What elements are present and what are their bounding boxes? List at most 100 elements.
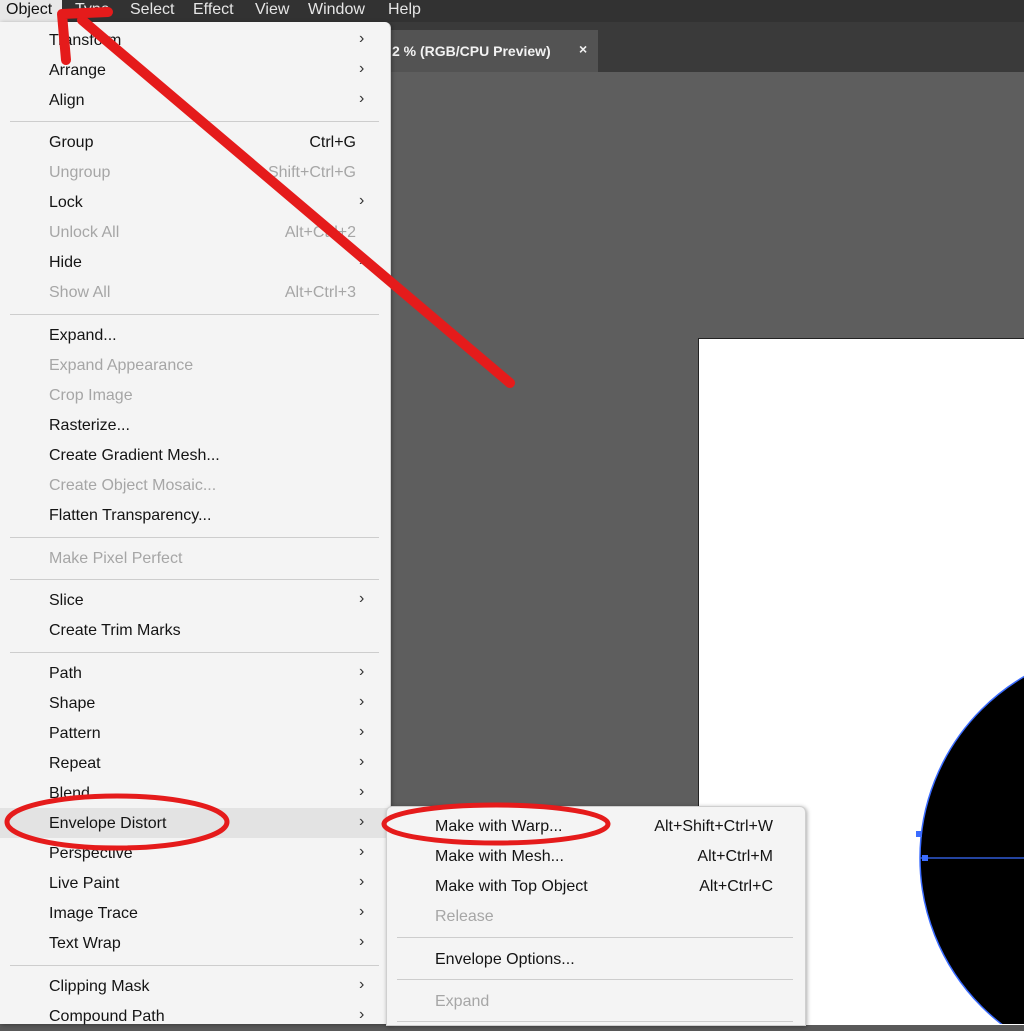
submenu-separator [397,1021,793,1022]
menu-item-image-trace[interactable]: Image Trace › [0,898,390,928]
menu-separator [10,314,379,315]
menu-item-shortcut: Shift+Ctrl+G [267,164,356,181]
chevron-right-icon: › [359,723,365,740]
menu-item-unlock-all: Unlock All Alt+Ctrl+2 [0,217,390,247]
menu-item-label: Perspective [49,845,133,862]
menu-item-label: Pattern [49,725,101,742]
submenu-item-shortcut: Alt+Ctrl+C [699,878,773,895]
chevron-right-icon: › [359,976,365,993]
menu-item-create-gradient-mesh[interactable]: Create Gradient Mesh... [0,440,390,470]
submenu-item-release: Release [387,901,805,931]
menu-item-show-all: Show All Alt+Ctrl+3 [0,277,390,307]
menu-item-label: Align [49,92,85,109]
chevron-right-icon: › [359,90,365,107]
menu-item-flatten-transparency[interactable]: Flatten Transparency... [0,500,390,530]
menu-item-hide[interactable]: Hide › [0,247,390,277]
submenu-item-make-with-mesh[interactable]: Make with Mesh... Alt+Ctrl+M [387,841,805,871]
submenu-item-shortcut: Alt+Shift+Ctrl+W [654,818,773,835]
chevron-right-icon: › [359,60,365,77]
anchor-point-handle[interactable] [916,831,922,837]
chevron-right-icon: › [359,693,365,710]
menu-item-shape[interactable]: Shape › [0,688,390,718]
menu-item-label: Expand Appearance [49,357,194,374]
menu-separator [10,579,379,580]
chevron-right-icon: › [359,1006,365,1023]
menu-item-crop-image: Crop Image [0,380,390,410]
menu-item-envelope-distort[interactable]: Envelope Distort › [0,808,390,838]
chevron-right-icon: › [359,783,365,800]
menu-item-shortcut: Alt+Ctrl+2 [284,224,356,241]
menu-item-label: Image Trace [49,905,138,922]
menu-item-label: Create Trim Marks [49,622,181,639]
menu-item-compound-path[interactable]: Compound Path › [0,1001,390,1031]
envelope-distort-submenu: Make with Warp... Alt+Shift+Ctrl+W Make wi… [386,806,806,1026]
menu-item-make-pixel-perfect: Make Pixel Perfect [0,543,390,573]
menu-item-blend[interactable]: Blend › [0,778,390,808]
submenu-item-label: Make with Mesh... [435,848,564,865]
menu-item-label: Create Gradient Mesh... [49,447,220,464]
selected-circle-shape[interactable] [919,648,1024,1024]
submenu-item-make-with-warp[interactable]: Make with Warp... Alt+Shift+Ctrl+W [387,811,805,841]
menu-item-expand[interactable]: Expand... [0,320,390,350]
menu-item-create-trim-marks[interactable]: Create Trim Marks [0,615,390,645]
menu-item-clipping-mask[interactable]: Clipping Mask › [0,971,390,1001]
menu-item-expand-appearance: Expand Appearance [0,350,390,380]
menu-item-label: Rasterize... [49,417,130,434]
menu-item-shortcut: Ctrl+G [309,134,356,151]
object-menu-dropdown: Transform › Arrange › Align › Group Ctrl+G Ungro… [0,22,391,1025]
menu-item-live-paint[interactable]: Live Paint › [0,868,390,898]
menu-item-label: Lock [49,194,83,211]
menu-item-label: Expand... [49,327,117,344]
submenu-item-label: Make with Warp... [435,818,563,835]
submenu-item-label: Make with Top Object [435,878,588,895]
chevron-right-icon: › [359,192,365,209]
menu-item-text-wrap[interactable]: Text Wrap › [0,928,390,958]
submenu-separator [397,979,793,980]
submenu-item-expand: Expand [387,986,805,1016]
chevron-right-icon: › [359,590,365,607]
menu-item-label: Text Wrap [49,935,121,952]
menu-separator [10,121,379,122]
chevron-right-icon: › [359,813,365,830]
menu-item-rasterize[interactable]: Rasterize... [0,410,390,440]
menu-separator [10,652,379,653]
submenu-item-label: Expand [435,993,490,1010]
chevron-right-icon: › [359,30,365,47]
menu-item-perspective[interactable]: Perspective › [0,838,390,868]
chevron-right-icon: › [359,843,365,860]
menu-item-path[interactable]: Path › [0,658,390,688]
menu-item-repeat[interactable]: Repeat › [0,748,390,778]
menu-item-create-object-mosaic: Create Object Mosaic... [0,470,390,500]
menu-item-label: Unlock All [49,224,120,241]
menu-item-label: Transform [49,32,122,49]
menu-item-label: Make Pixel Perfect [49,550,183,567]
menu-item-transform[interactable]: Transform › [0,25,390,55]
menu-item-label: Slice [49,592,84,609]
menu-item-ungroup: Ungroup Shift+Ctrl+G [0,157,390,187]
menu-item-shortcut: Alt+Ctrl+3 [284,284,356,301]
submenu-item-label: Envelope Options... [435,951,575,968]
menu-item-lock[interactable]: Lock › [0,187,390,217]
menu-item-label: Clipping Mask [49,978,150,995]
chevron-right-icon: › [359,933,365,950]
menu-item-label: Create Object Mosaic... [49,477,217,494]
menu-item-pattern[interactable]: Pattern › [0,718,390,748]
submenu-item-shortcut: Alt+Ctrl+M [697,848,773,865]
menu-item-label: Show All [49,284,111,301]
menu-item-arrange[interactable]: Arrange › [0,55,390,85]
menu-item-group[interactable]: Group Ctrl+G [0,127,390,157]
menu-separator [10,537,379,538]
chevron-right-icon: › [359,903,365,920]
submenu-item-make-with-top-object[interactable]: Make with Top Object Alt+Ctrl+C [387,871,805,901]
anchor-point-handle[interactable] [922,855,928,861]
menu-item-label: Crop Image [49,387,133,404]
menu-item-label: Ungroup [49,164,111,181]
menu-item-label: Path [49,665,82,682]
menu-item-label: Shape [49,695,96,712]
menu-item-label: Blend [49,785,90,802]
menu-item-label: Group [49,134,94,151]
menu-item-align[interactable]: Align › [0,85,390,115]
menu-item-slice[interactable]: Slice › [0,585,390,615]
submenu-separator [397,937,793,938]
submenu-item-envelope-options[interactable]: Envelope Options... [387,944,805,974]
